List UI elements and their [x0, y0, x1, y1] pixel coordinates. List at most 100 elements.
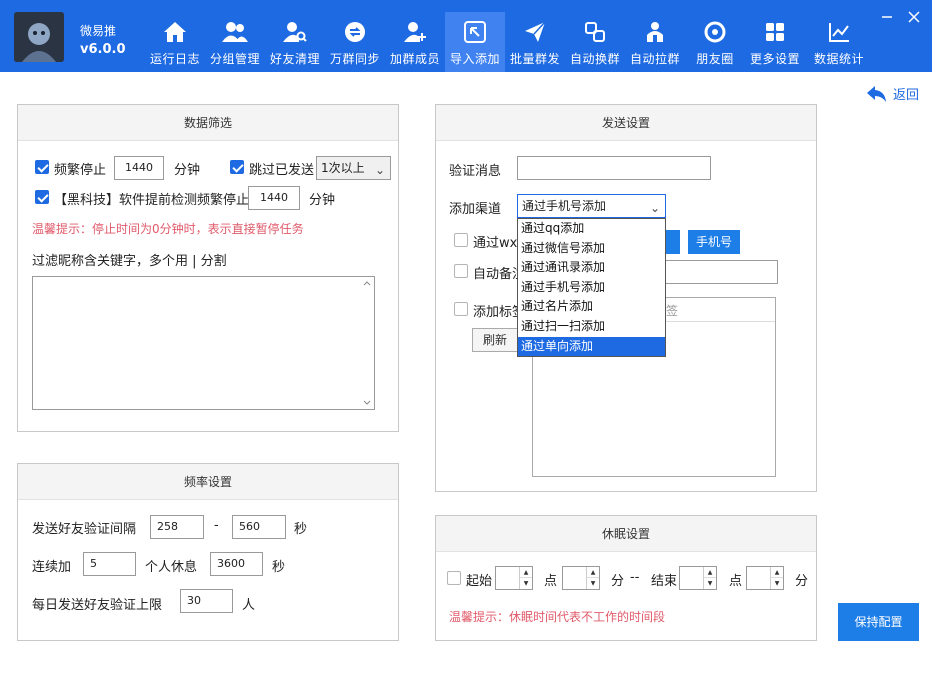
second-label: 秒 — [272, 560, 286, 575]
blacktech-input[interactable]: 1440 — [248, 186, 300, 210]
channel-option[interactable]: 通过手机号添加 — [518, 278, 665, 298]
tag-column-header: 签 — [666, 304, 679, 318]
nav-add-members[interactable]: 加群成员 — [385, 12, 445, 72]
start-hour-spinner[interactable]: ▲ ▼ — [495, 566, 533, 590]
user-search-icon — [282, 20, 308, 44]
add-tag-checkbox[interactable] — [454, 302, 468, 316]
spin-down-icon[interactable]: ▼ — [520, 578, 532, 589]
rest-input[interactable]: 3600 — [210, 552, 263, 576]
channel-select[interactable]: 通过手机号添加 ⌄ — [517, 194, 666, 218]
app-logo — [14, 12, 64, 62]
channel-dropdown-list: 通过qq添加 通过微信号添加 通过通讯录添加 通过手机号添加 通过名片添加 通过… — [517, 218, 666, 357]
skip-sent-checkbox[interactable] — [230, 160, 244, 174]
spin-up-icon[interactable]: ▲ — [771, 567, 783, 578]
auto-remark-checkbox[interactable] — [454, 264, 468, 278]
close-icon — [908, 11, 920, 23]
channel-option-highlighted[interactable]: 通过单向添加 — [518, 336, 665, 357]
nav-label: 朋友圈 — [696, 52, 734, 66]
switch-icon — [582, 20, 608, 44]
nav-friend-clean[interactable]: 好友清理 — [265, 12, 325, 72]
verify-message-input[interactable] — [517, 156, 711, 180]
top-bar: 微易推 v6.0.0 运行日志 分组管理 好友清理 万群同步 加群成员 导入添加… — [0, 0, 932, 72]
via-wx-checkbox[interactable] — [454, 233, 468, 247]
nav-moments[interactable]: 朋友圈 — [685, 12, 745, 72]
refresh-button[interactable]: 刷新 — [472, 328, 518, 352]
channel-option[interactable]: 通过扫一扫添加 — [518, 317, 665, 337]
channel-option[interactable]: 通过通讯录添加 — [518, 258, 665, 278]
interval-dash: - — [214, 518, 219, 533]
start-minute-spinner[interactable]: ▲ ▼ — [562, 566, 600, 590]
freq-stop-label: 频繁停止 — [54, 163, 107, 178]
users-icon — [222, 20, 248, 44]
channel-option[interactable]: 通过qq添加 — [518, 219, 665, 239]
nav-import-add[interactable]: 导入添加 — [445, 12, 505, 72]
end-minute-spinner[interactable]: ▲ ▼ — [746, 566, 784, 590]
second-label: 秒 — [294, 522, 308, 537]
freq-stop-checkbox[interactable] — [35, 160, 49, 174]
interval-max-input[interactable]: 560 — [232, 515, 286, 539]
nav-auto-pull-group[interactable]: 自动拉群 — [625, 12, 685, 72]
send-icon — [522, 20, 548, 44]
blacktech-checkbox[interactable] — [35, 190, 49, 204]
spin-up-icon[interactable]: ▲ — [520, 567, 532, 578]
home-icon — [162, 20, 188, 44]
skip-sent-label: 跳过已发送 — [249, 163, 315, 178]
blacktech-label: 【黑科技】软件提前检测频繁停止 — [54, 193, 250, 208]
nav-group-manage[interactable]: 分组管理 — [205, 12, 265, 72]
daily-limit-input[interactable]: 30 — [180, 589, 233, 613]
person-label: 人 — [242, 598, 256, 613]
end-hour-spinner[interactable]: ▲ ▼ — [679, 566, 717, 590]
spin-down-icon[interactable]: ▼ — [587, 578, 599, 589]
nav-auto-switch-group[interactable]: 自动换群 — [565, 12, 625, 72]
sleep-hint: 温馨提示：休眠时间代表不工作的时间段 — [449, 610, 666, 624]
app-version: v6.0.0 — [80, 42, 126, 57]
interval-min-input[interactable]: 258 — [150, 515, 204, 539]
continuous-input[interactable]: 5 — [83, 552, 136, 576]
freq-stop-input[interactable]: 1440 — [114, 156, 164, 180]
main-nav: 运行日志 分组管理 好友清理 万群同步 加群成员 导入添加 批量群发 自动换群 … — [145, 12, 873, 72]
channel-selected-value: 通过手机号添加 — [522, 199, 607, 213]
verify-message-label: 验证消息 — [449, 164, 502, 179]
user-add-icon — [402, 20, 428, 44]
scrollbar[interactable] — [362, 279, 372, 409]
sleep-checkbox[interactable] — [447, 571, 461, 585]
save-config-button[interactable]: 保持配置 — [838, 603, 919, 641]
minimize-button[interactable] — [878, 8, 896, 26]
nav-label: 批量群发 — [509, 52, 560, 66]
back-label: 返回 — [893, 88, 920, 103]
skip-sent-select[interactable]: 1次以上 ⌄ — [316, 156, 391, 180]
grid-icon — [762, 20, 788, 44]
channel-option[interactable]: 通过微信号添加 — [518, 239, 665, 259]
nav-label: 万群同步 — [329, 52, 380, 66]
daily-limit-label: 每日发送好友验证上限 — [32, 598, 163, 613]
sync-icon — [342, 20, 368, 44]
app-name: 微易推 — [80, 24, 117, 38]
nav-group-sync[interactable]: 万群同步 — [325, 12, 385, 72]
chart-icon — [826, 20, 852, 44]
minute-label: 分 — [611, 574, 625, 589]
nav-data-stats[interactable]: 数据统计 — [805, 12, 873, 72]
spin-down-icon[interactable]: ▼ — [704, 578, 716, 589]
minute-label: 分 — [795, 574, 809, 589]
spin-up-icon[interactable]: ▲ — [587, 567, 599, 578]
hour-label: 点 — [729, 574, 743, 589]
spin-down-icon[interactable]: ▼ — [771, 578, 783, 589]
sleep-end-label: 结束 — [651, 574, 678, 589]
phone-button[interactable]: 手机号 — [688, 230, 740, 254]
nav-label: 导入添加 — [449, 52, 500, 66]
minute-label: 分钟 — [309, 193, 336, 208]
nav-batch-send[interactable]: 批量群发 — [505, 12, 565, 72]
nav-label: 自动拉群 — [629, 52, 680, 66]
minimize-icon — [882, 16, 892, 18]
nav-label: 运行日志 — [149, 52, 200, 66]
nav-more-settings[interactable]: 更多设置 — [745, 12, 805, 72]
back-button[interactable]: 返回 — [866, 84, 919, 103]
channel-option[interactable]: 通过名片添加 — [518, 297, 665, 317]
nav-label: 数据统计 — [813, 52, 864, 66]
hour-label: 点 — [544, 574, 558, 589]
spin-up-icon[interactable]: ▲ — [704, 567, 716, 578]
close-button[interactable] — [905, 8, 923, 26]
panel-title: 频率设置 — [18, 464, 398, 500]
keyword-textarea[interactable] — [32, 276, 375, 410]
nav-run-log[interactable]: 运行日志 — [145, 12, 205, 72]
